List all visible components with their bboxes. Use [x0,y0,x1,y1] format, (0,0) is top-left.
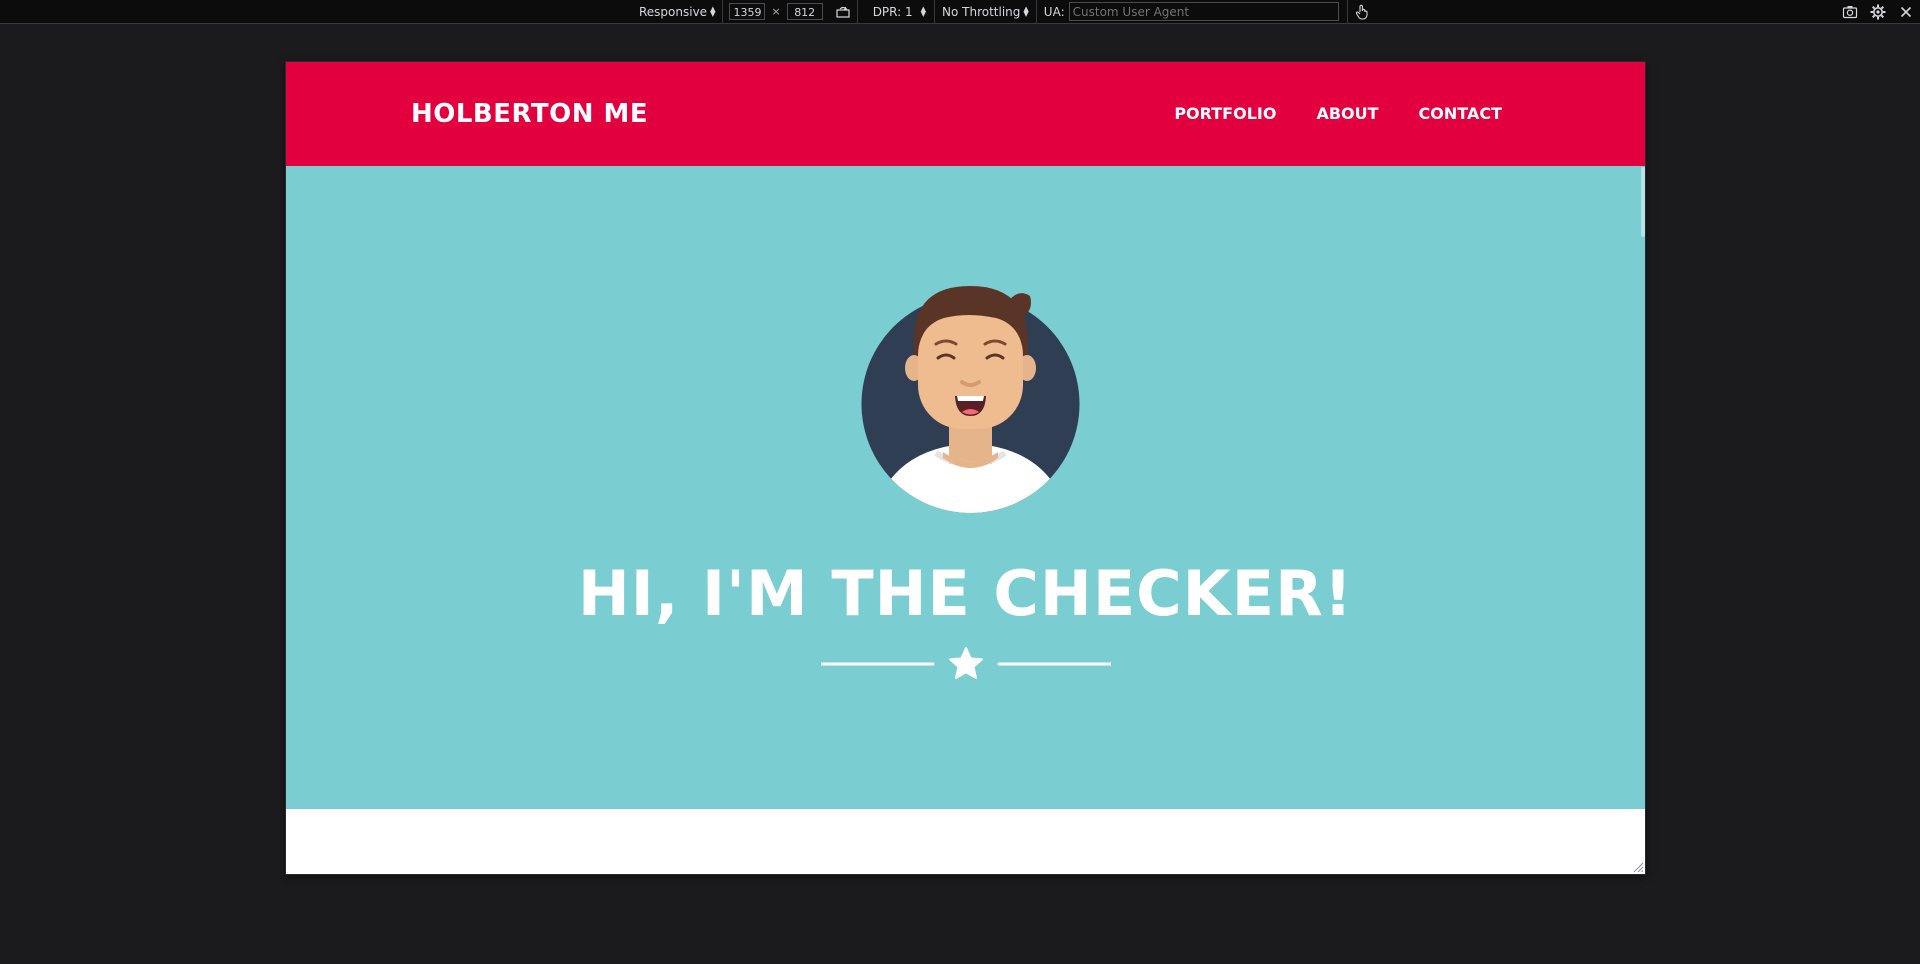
screenshot-button[interactable] [1836,0,1864,23]
touch-simulation-button[interactable] [1348,0,1376,23]
device-selector-label: Responsive [639,4,708,19]
touch-icon [1355,4,1368,20]
toolbar-controls: Responsive ▲ ▼ 1359 × 812 DPR: 1 ▲ ▼ No Th… [632,0,1376,23]
viewport-size-controls: 1359 × 812 [723,3,828,20]
settings-button[interactable] [1864,0,1892,23]
site-brand[interactable]: HOLBERTON ME [411,98,648,130]
updown-arrows-icon: ▲ ▼ [710,4,716,18]
settings-icon [1870,4,1886,19]
size-separator: × [771,5,781,18]
nav-link-portfolio[interactable]: PORTFOLIO [1174,104,1276,124]
close-button[interactable] [1892,0,1920,23]
responsive-toolbar: Responsive ▲ ▼ 1359 × 812 DPR: 1 ▲ ▼ No Th… [0,0,1920,24]
star-icon [949,647,983,679]
content-section [286,809,1645,874]
user-agent-label: UA: [1043,4,1065,19]
avatar-image [861,286,1080,513]
nav-link-about[interactable]: ABOUT [1316,104,1378,124]
close-icon [1900,6,1912,17]
dpr-selector[interactable]: DPR: 1 ▲ ▼ [858,0,934,23]
hero-section: HI, I'M THE CHECKER! [286,166,1645,809]
resize-handle-icon[interactable] [1632,861,1644,873]
updown-arrows-icon: ▲ ▼ [920,4,927,18]
user-agent-input[interactable] [1068,2,1339,21]
updown-arrows-icon: ▲ ▼ [1023,4,1029,18]
nav-link-contact[interactable]: CONTACT [1419,104,1502,124]
dpr-selector-label: DPR: 1 [872,4,913,19]
device-selector[interactable]: Responsive ▲ ▼ [632,0,722,23]
screenshot-icon [1842,5,1858,18]
throttling-selector-label: No Throttling [942,4,1021,19]
throttling-selector[interactable]: No Throttling ▲ ▼ [935,0,1036,23]
toolbar-separator [1035,0,1037,23]
site-header: HOLBERTON ME PORTFOLIO ABOUT CONTACT [286,62,1645,166]
rotate-button[interactable] [829,0,857,23]
viewport-height-input[interactable]: 812 [786,3,823,20]
toolbar-right [1836,0,1920,23]
rotate-icon [836,6,850,18]
responsive-viewport: HOLBERTON ME PORTFOLIO ABOUT CONTACT HI,… [286,62,1645,874]
scrollbar-thumb[interactable] [1641,167,1645,237]
site-nav: PORTFOLIO ABOUT CONTACT [1134,104,1502,124]
hero-title: HI, I'M THE CHECKER! [577,557,1354,630]
viewport-width-input[interactable]: 1359 [729,3,766,20]
star-divider [821,647,1111,679]
